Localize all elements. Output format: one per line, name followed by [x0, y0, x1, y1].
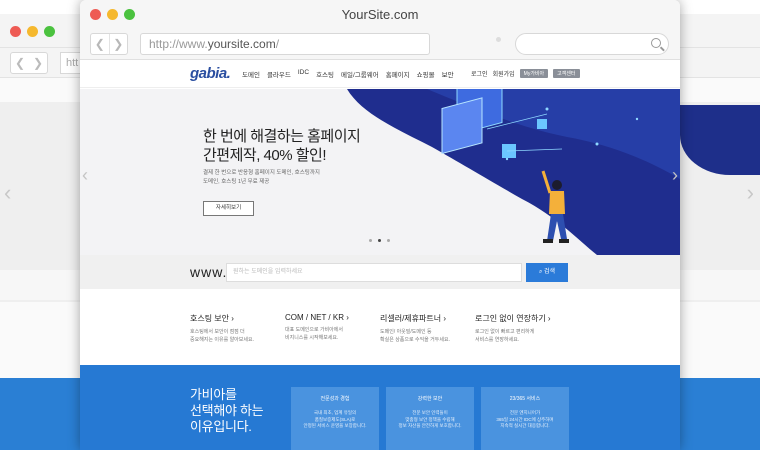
why-title-line: 가비아를 — [190, 387, 237, 402]
maximize-dot-icon — [44, 26, 55, 37]
carousel-indicators — [369, 239, 390, 242]
hero-title-line: 간편제작, 40% 할인! — [203, 147, 327, 164]
service-item[interactable]: COM / NET / KR › 대표 도메인으로 가비아에서 비지니스를 시작해… — [285, 313, 375, 342]
service-title[interactable]: COM / NET / KR › — [285, 313, 375, 322]
nav-item-mail[interactable]: 메일/그룹웨어 — [341, 69, 379, 79]
nav-buttons: ❮ ❯ — [90, 33, 128, 55]
browser-search-input[interactable] — [515, 33, 669, 55]
window-title: YourSite.com — [341, 7, 419, 22]
domain-search-button[interactable]: ⌕ 검색 — [526, 263, 568, 282]
hero-cube — [537, 119, 547, 129]
stage: ❮ ❯ htt ‹ › YourSite.com ❮ ❯ http://www.y… — [0, 0, 760, 450]
domain-search-input[interactable]: 원하는 도메인을 입력하세요 — [226, 263, 522, 282]
why-card-desc: 국내 최초, 업계 유일의 품질보증제도(SLA)로 안정된 서비스 운영을 보장합… — [303, 410, 367, 428]
why-card: 23/365 서비스 전문 엔지니어가 365일 24시간 IDC에 상주하며 지속… — [481, 387, 569, 450]
minimize-dot-icon — [27, 26, 38, 37]
hero-sparkle — [635, 117, 639, 121]
hero-banner: 한 번에 해결하는 홈페이지 간편제작, 40% 할인! 결제 한 번으로 반응… — [80, 89, 680, 255]
carousel-dot[interactable] — [369, 239, 372, 242]
maximize-window-icon[interactable] — [124, 9, 135, 20]
nav-item-domain[interactable]: 도메인 — [242, 69, 260, 79]
back-button[interactable]: ❮ — [91, 34, 110, 54]
forward-button[interactable]: ❯ — [110, 34, 128, 54]
why-card-title: 전문성과 경험 — [320, 396, 350, 402]
service-item[interactable]: 호스팅 보안 › 호스팅에서 보안이 점점 더 중요해지는 이유를 알아보세요. — [190, 313, 280, 344]
services-row: 호스팅 보안 › 호스팅에서 보안이 점점 더 중요해지는 이유를 알아보세요. … — [80, 289, 680, 365]
url-domain: yoursite.com — [207, 37, 276, 51]
hero-desc-line: 결제 한 번으로 반응형 홈페이지 도메인, 호스팅까지 — [203, 170, 320, 176]
minimize-window-icon[interactable] — [107, 9, 118, 20]
domain-prefix: www. — [190, 264, 228, 280]
carousel-dot[interactable] — [387, 239, 390, 242]
background-nav-buttons: ❮ ❯ — [10, 52, 48, 74]
why-section: 가비아를 선택해야 하는 이유입니다. 전문성과 경험 국내 최초, 업계 유일… — [80, 365, 680, 450]
hero-sparkle — [595, 142, 599, 146]
site-header: gabia. 도메인 클라우드 IDC 호스팅 메일/그룹웨어 홈페이지 쇼핑몰… — [80, 60, 680, 88]
titlebar: YourSite.com — [80, 0, 680, 28]
service-title[interactable]: 리셀러/제휴파트너 › — [380, 313, 470, 324]
service-title[interactable]: 호스팅 보안 › — [190, 313, 280, 324]
hero-sparkle — [545, 107, 549, 111]
nav-item-cloud[interactable]: 클라우드 — [267, 69, 291, 79]
domain-search-bar: www. 원하는 도메인을 입력하세요 ⌕ 검색 — [80, 255, 680, 289]
browser-window: YourSite.com ❮ ❯ http://www.yoursite.com… — [80, 0, 680, 450]
why-card-title: 23/365 서비스 — [509, 396, 541, 402]
hero-illustration — [347, 89, 680, 255]
service-item[interactable]: 리셀러/제휴파트너 › 도메인/ 아웃빌/도메인 등 확실은 상품으로 수익을 거… — [380, 313, 470, 344]
search-icon[interactable] — [651, 38, 661, 48]
why-card: 강력한 보안 전문 보안 인력들이 맞춤형 보안 정책을 수립해 정보 자산을 안전… — [386, 387, 474, 450]
url-prefix: http://www. — [149, 37, 208, 51]
hero-sparkle — [505, 157, 509, 161]
service-desc: 대표 도메인으로 가비아에서 비지니스를 시작해보세요. — [285, 327, 343, 341]
why-card-title: 강력한 보안 — [417, 396, 443, 402]
main-nav: 도메인 클라우드 IDC 호스팅 메일/그룹웨어 홈페이지 쇼핑몰 보안 — [242, 69, 454, 79]
why-title-line: 선택해야 하는 — [190, 403, 264, 418]
background-window-controls — [10, 26, 55, 37]
close-dot-icon — [10, 26, 21, 37]
domain-search-button-label: 검색 — [544, 269, 556, 275]
nav-item-homepage[interactable]: 홈페이지 — [386, 69, 410, 79]
address-bar-row: ❮ ❯ http://www.yoursite.com/ — [80, 28, 680, 60]
hero-detail-button[interactable]: 자세히보기 — [203, 201, 254, 216]
carousel-prev-icon[interactable]: ‹ — [82, 165, 88, 186]
url-suffix: / — [275, 37, 280, 51]
why-card-desc: 전문 보안 인력들이 맞춤형 보안 정책을 수립해 정보 자산을 안전하게 보호합니… — [398, 410, 462, 428]
hero-desc-line: 도메인, 호스팅 1년 무료 제공 — [203, 179, 270, 185]
why-card: 전문성과 경험 국내 최초, 업계 유일의 품질보증제도(SLA)로 안정된 서비스… — [291, 387, 379, 450]
nav-item-idc[interactable]: IDC — [298, 69, 309, 79]
site-logo[interactable]: gabia. — [190, 65, 231, 82]
nav-item-security[interactable]: 보안 — [442, 69, 454, 79]
search-icon: ⌕ — [538, 269, 543, 275]
carousel-dot-active[interactable] — [378, 239, 381, 242]
close-window-icon[interactable] — [90, 9, 101, 20]
background-prev-arrow-icon: ‹ — [4, 180, 12, 205]
hero-title-line: 한 번에 해결하는 홈페이지 — [203, 128, 361, 145]
service-desc: 로그인 없이 빠르고 편리하게 서비스를 연장하세요. — [475, 329, 535, 343]
service-desc: 호스팅에서 보안이 점점 더 중요해지는 이유를 알아보세요. — [190, 329, 254, 343]
why-card-desc: 전문 엔지니어가 365일 24시간 IDC에 상주하며 지속적 실시간 대응합니다… — [496, 410, 554, 428]
background-next-arrow-icon: › — [746, 180, 754, 205]
reload-indicator-icon[interactable] — [496, 37, 501, 42]
service-item[interactable]: 로그인 없이 연장하기 › 로그인 없이 빠르고 편리하게 서비스를 연장하세요. — [475, 313, 565, 344]
why-title-line: 이유입니다. — [190, 419, 252, 434]
login-link[interactable]: 로그인 — [471, 69, 488, 78]
nav-item-hosting[interactable]: 호스팅 — [316, 69, 334, 79]
nav-item-shop[interactable]: 쇼핑몰 — [417, 69, 435, 79]
signup-link[interactable]: 회원가입 — [493, 69, 515, 78]
support-button[interactable]: 고객센터 — [553, 69, 580, 78]
service-title[interactable]: 로그인 없이 연장하기 › — [475, 313, 565, 324]
carousel-next-icon[interactable]: › — [672, 165, 678, 186]
hero-title: 한 번에 해결하는 홈페이지 간편제작, 40% 할인! — [203, 127, 361, 165]
hero-description: 결제 한 번으로 반응형 홈페이지 도메인, 호스팅까지 도메인, 호스팅 1년… — [203, 169, 320, 187]
window-controls — [90, 9, 135, 20]
why-title: 가비아를 선택해야 하는 이유입니다. — [190, 387, 264, 435]
utility-nav: 로그인 회원가입 My가비아 고객센터 — [471, 69, 580, 78]
url-field[interactable]: http://www.yoursite.com/ — [140, 33, 430, 55]
mypage-button[interactable]: My가비아 — [519, 69, 549, 78]
service-desc: 도메인/ 아웃빌/도메인 등 확실은 상품으로 수익을 거두세요. — [380, 329, 450, 343]
